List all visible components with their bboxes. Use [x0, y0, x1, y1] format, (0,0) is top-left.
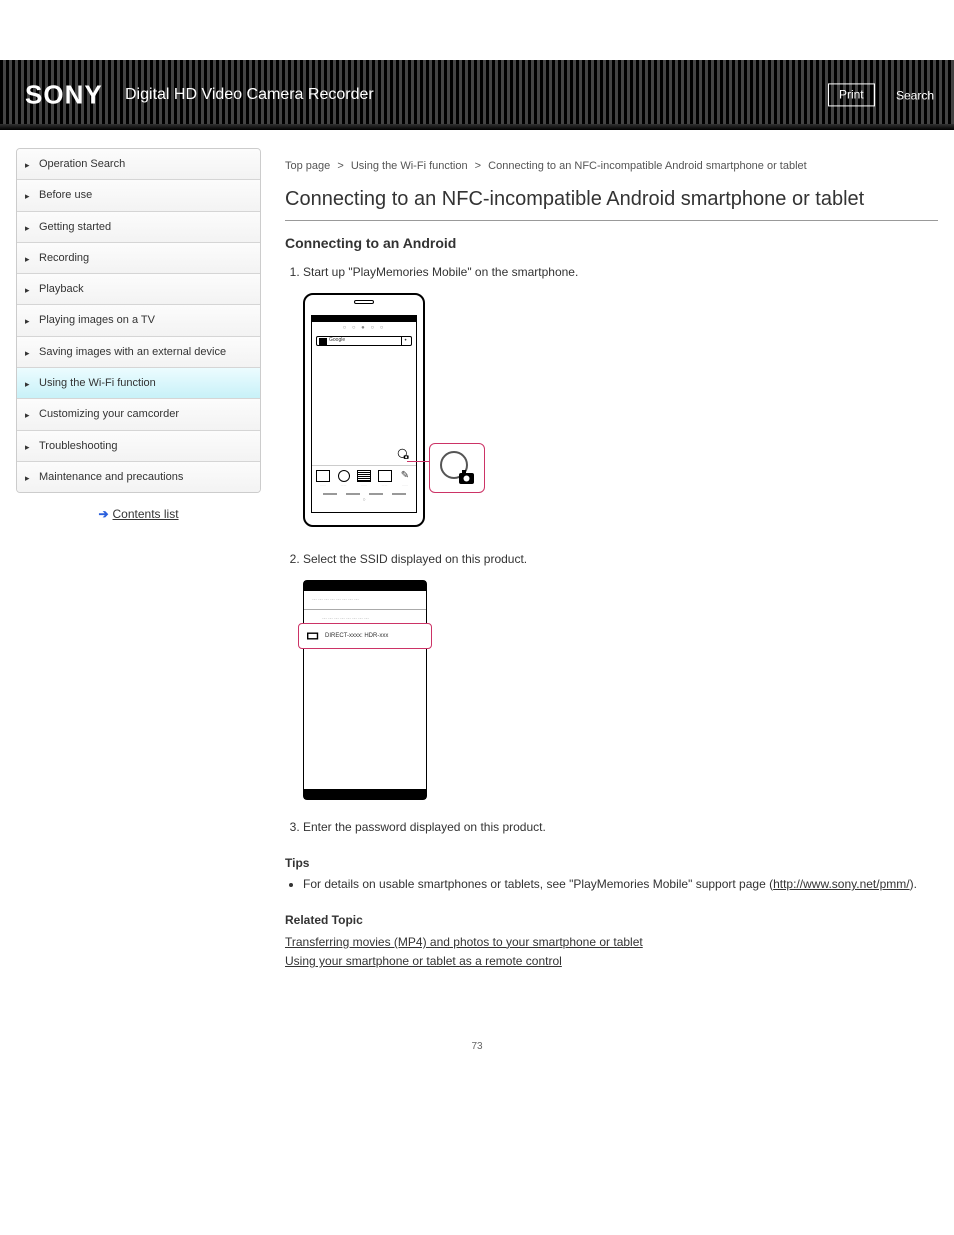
square-icon: [319, 338, 327, 345]
sidebar-item-label: Playing images on a TV: [39, 314, 155, 326]
sidebar-item-label: Customizing your camcorder: [39, 408, 179, 420]
ssid-text: DIRECT-xxxx: HDR-xxx: [325, 632, 388, 641]
related-link-1[interactable]: Transferring movies (MP4) and photos to …: [285, 935, 643, 949]
sidebar-item-operation-search[interactable]: ▸ Operation Search: [17, 149, 260, 180]
related-list: Transferring movies (MP4) and photos to …: [285, 933, 938, 971]
pmm-support-link[interactable]: http://www.sony.net/pmm/: [773, 877, 910, 891]
chevron-right-icon: ▸: [25, 285, 30, 297]
contents-list-link[interactable]: Contents list: [113, 507, 179, 521]
tip-text-b: ).: [910, 877, 917, 891]
sidebar-item-label: Getting started: [39, 221, 111, 233]
chevron-right-icon: ▸: [25, 316, 30, 328]
tips-list: For details on usable smartphones or tab…: [303, 876, 938, 893]
sidebar-item-saving-external[interactable]: ▸ Saving images with an external device: [17, 337, 260, 368]
sidebar-item-getting-started[interactable]: ▸ Getting started: [17, 212, 260, 243]
print-button[interactable]: Print: [828, 83, 875, 106]
wifi-icon: [307, 631, 321, 641]
sidebar-item-recording[interactable]: ▸ Recording: [17, 243, 260, 274]
sidebar-item-playback[interactable]: ▸ Playback: [17, 274, 260, 305]
sidebar-item-label: Maintenance and precautions: [39, 471, 183, 483]
mic-icon: •: [401, 337, 409, 345]
header-band: SONY Digital HD Video Camera Recorder Pr…: [0, 60, 954, 130]
crumb-current: Connecting to an NFC-incompatible Androi…: [488, 160, 807, 172]
callout-pmm-icon: [429, 443, 485, 493]
figure-2-wrap: …………………… …………………… DIRECT-xxxx: HDR-xxx: [303, 580, 938, 800]
tips-heading: Tips: [285, 856, 938, 870]
sidebar-item-label: Operation Search: [39, 158, 125, 170]
sidebar-item-label: Recording: [39, 252, 89, 264]
page-dots-icon: ○ ○ ● ○ ○: [312, 322, 416, 335]
chevron-right-icon: ▸: [25, 348, 30, 360]
footer-bar: [304, 789, 426, 799]
search-label: Google: [329, 337, 345, 345]
wifi-row-placeholder: ……………………: [304, 591, 426, 610]
chevron-right-icon: ▸: [25, 254, 30, 266]
header-gradient: [0, 124, 954, 130]
chevron-right-icon: ▸: [25, 442, 30, 454]
chevron-right-icon: ▸: [25, 223, 30, 235]
dock: …… …… …… …… ✎……: [312, 465, 416, 490]
related-heading: Related Topic: [285, 913, 938, 927]
sidebar-item-before-use[interactable]: ▸ Before use: [17, 180, 260, 211]
page-wrap: ▸ Operation Search ▸ Before use ▸ Getting s…: [0, 130, 954, 1011]
crumb-link[interactable]: Top page: [285, 160, 330, 172]
sidebar-column: ▸ Operation Search ▸ Before use ▸ Getting s…: [16, 148, 261, 971]
figure-1: ○ ○ ● ○ ○ Google •: [303, 293, 425, 527]
related-link-2[interactable]: Using your smartphone or tablet as a rem…: [285, 954, 562, 968]
tip-item: For details on usable smartphones or tab…: [303, 876, 938, 893]
content: Top page > Using the Wi-Fi function > Co…: [285, 148, 938, 971]
home-icon: ○: [312, 495, 416, 505]
search-bar: Google •: [316, 336, 412, 346]
phone-screen: ○ ○ ● ○ ○ Google •: [311, 315, 417, 513]
chevron-right-icon: ▸: [25, 379, 30, 391]
sidebar-item-label: Using the Wi-Fi function: [39, 377, 156, 389]
page-number: 73: [0, 1041, 954, 1052]
step-1: Start up "PlayMemories Mobile" on the sm…: [303, 263, 938, 532]
phone-illustration: ○ ○ ● ○ ○ Google •: [303, 293, 425, 527]
step-text: Enter the password displayed on this pro…: [303, 818, 938, 836]
earpiece-icon: [354, 300, 374, 304]
sidebar: ▸ Operation Search ▸ Before use ▸ Getting s…: [16, 148, 261, 493]
page-title: Connecting to an NFC-incompatible Androi…: [285, 186, 938, 212]
product-name: Digital HD Video Camera Recorder: [125, 86, 374, 104]
breadcrumb: Top page > Using the Wi-Fi function > Co…: [285, 160, 938, 172]
header-bar: [304, 581, 426, 591]
crumb-sep: >: [337, 160, 343, 172]
sidebar-item-customizing[interactable]: ▸ Customizing your camcorder: [17, 399, 260, 430]
step-3: Enter the password displayed on this pro…: [303, 818, 938, 836]
chevron-right-icon: ▸: [25, 160, 30, 172]
tip-text-a: For details on usable smartphones or tab…: [303, 877, 773, 891]
brand-logo: SONY: [25, 80, 103, 111]
sidebar-item-label: Before use: [39, 189, 92, 201]
chevron-right-icon: ▸: [25, 473, 30, 485]
sidebar-item-label: Troubleshooting: [39, 440, 117, 452]
sidebar-item-label: Playback: [39, 283, 84, 295]
chevron-right-icon: ▸: [25, 410, 30, 422]
figure-2: …………………… …………………… DIRECT-xxxx: HDR-xxx: [303, 580, 427, 800]
search-button[interactable]: Search: [896, 88, 934, 102]
title-rule: [285, 220, 938, 221]
sidebar-item-maintenance[interactable]: ▸ Maintenance and precautions: [17, 462, 260, 492]
sidebar-item-wifi[interactable]: ▸ Using the Wi-Fi function: [17, 368, 260, 399]
callout-line: [407, 461, 431, 462]
wifi-list-illustration: …………………… …………………… DIRECT-xxxx: HDR-xxx: [303, 580, 427, 800]
pmm-icon: [396, 447, 410, 461]
arrow-right-icon: ➔: [98, 507, 108, 521]
subtitle: Connecting to an Android: [285, 235, 938, 251]
header-right: Print Search: [828, 83, 934, 106]
ssid-row-callout: DIRECT-xxxx: HDR-xxx: [298, 623, 432, 649]
steps-list: Start up "PlayMemories Mobile" on the sm…: [303, 263, 938, 836]
homescreen-area: [312, 347, 416, 465]
step-2: Select the SSID displayed on this produc…: [303, 550, 938, 800]
sidebar-foot: ➔ Contents list: [16, 507, 261, 521]
crumb-sep: >: [475, 160, 481, 172]
sidebar-item-troubleshooting[interactable]: ▸ Troubleshooting: [17, 431, 260, 462]
sidebar-item-label: Saving images with an external device: [39, 346, 226, 358]
sidebar-item-playing-on-tv[interactable]: ▸ Playing images on a TV: [17, 305, 260, 336]
chevron-right-icon: ▸: [25, 191, 30, 203]
step-text: Select the SSID displayed on this produc…: [303, 550, 938, 568]
crumb-link[interactable]: Using the Wi-Fi function: [351, 160, 468, 172]
figure-1-wrap: ○ ○ ● ○ ○ Google •: [303, 293, 938, 532]
step-text: Start up "PlayMemories Mobile" on the sm…: [303, 263, 938, 281]
